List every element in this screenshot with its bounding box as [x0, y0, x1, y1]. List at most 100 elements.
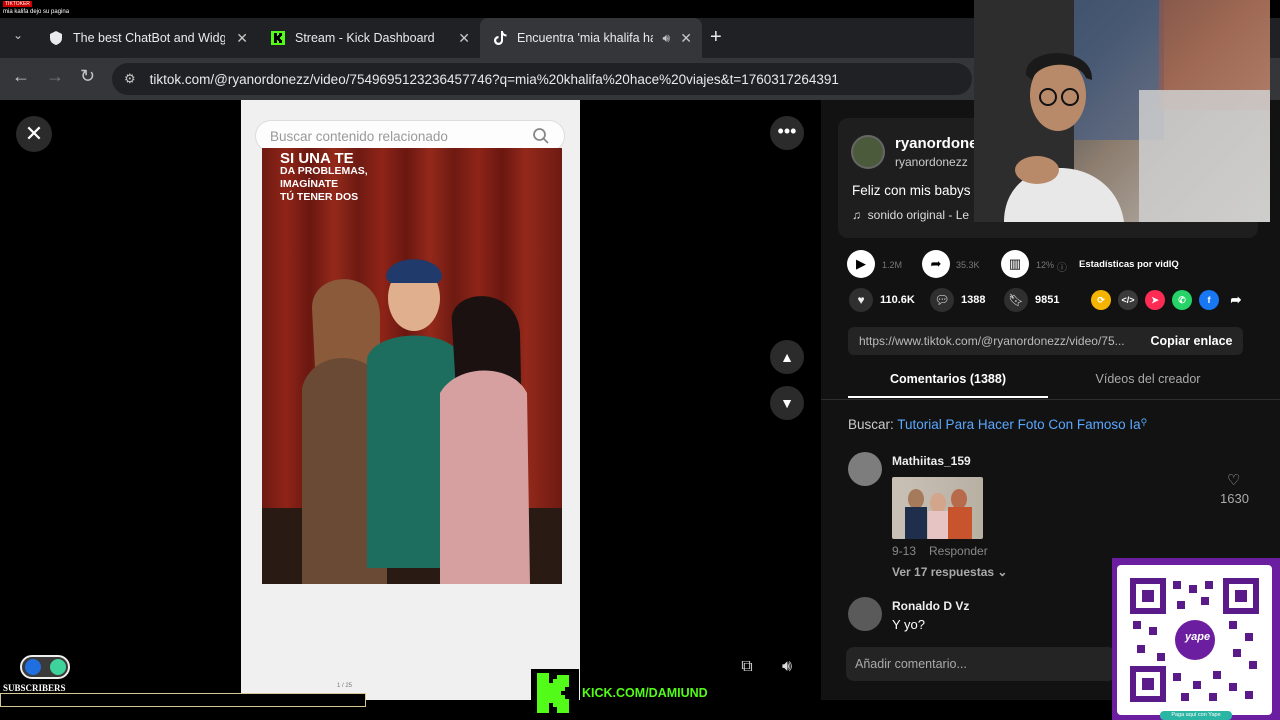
power-icon — [50, 659, 66, 675]
volume-icon[interactable]: 🔊︎ — [772, 652, 802, 682]
play-icon[interactable]: ▶ — [847, 250, 875, 278]
tabs-divider — [821, 399, 1280, 400]
comment-image[interactable] — [892, 477, 983, 539]
chevron-down-icon: ⌄ — [997, 565, 1008, 579]
copy-link-button[interactable]: Copiar enlace — [1140, 327, 1243, 355]
shield-icon — [50, 31, 62, 45]
facebook-icon[interactable]: f — [1199, 290, 1219, 310]
close-video-button[interactable]: ✕ — [16, 116, 52, 152]
comment-text: Y yo? — [892, 617, 926, 632]
webcam-illustration — [974, 0, 1270, 222]
people-photo-illustration — [262, 259, 562, 584]
author-name[interactable]: ryanordone — [895, 135, 978, 152]
tab-tiktok-search[interactable]: Encuentra 'mia khalifa hace 🔊︎ ✕ — [480, 18, 702, 58]
overlay-badge: TIKTOKER — [3, 1, 32, 7]
floating-player-icon[interactable]: ⧉ — [732, 652, 762, 682]
tab-title: The best ChatBot and Widgets — [73, 31, 225, 45]
more-options-button[interactable]: ••• — [770, 116, 804, 150]
subscribers-label: SUBSCRIBERS — [3, 683, 66, 693]
comment-username[interactable]: Ronaldo D Vz — [892, 599, 969, 613]
heart-icon[interactable]: ♥ — [849, 288, 873, 312]
sound-link[interactable]: ♫ sonido original - Le — [852, 208, 969, 222]
yape-brand: yape — [1185, 631, 1211, 643]
previous-video-button[interactable]: ▲ — [770, 340, 804, 374]
overlay-note: mia kalifa dejo su pagina — [3, 9, 70, 15]
qr-code: yape — [1117, 565, 1272, 715]
site-settings-icon[interactable]: ⚙ — [124, 71, 136, 87]
avatar[interactable] — [848, 452, 882, 486]
view-replies-button[interactable]: Ver 17 respuestas ⌄ — [892, 565, 1007, 579]
tiktok-icon — [494, 31, 507, 45]
address-url: tiktok.com/@ryanordonezz/video/754969512… — [149, 71, 839, 87]
tab-creator-videos[interactable]: Vídeos del creador — [1048, 372, 1248, 398]
video-description: Feliz con mis babys — [852, 183, 971, 198]
screen: TIKTOKER mia kalifa dejo su pagina ⌄ The… — [0, 0, 1280, 720]
heart-outline-icon[interactable]: ♡ — [1227, 471, 1240, 489]
video-counter: 1 / 25 — [337, 683, 353, 689]
search-icon: ⚲ — [1140, 417, 1148, 427]
reply-button[interactable]: Responder — [929, 544, 988, 558]
comment-username[interactable]: Mathiitas_159 — [892, 454, 971, 468]
view-replies-label: Ver 17 respuestas — [892, 565, 995, 579]
author-avatar[interactable] — [851, 135, 885, 169]
author-handle[interactable]: ryanordonezz — [895, 155, 968, 169]
qr-caption: Paga aquí con Yape — [1160, 711, 1232, 720]
comment-date: 9-13 — [892, 544, 917, 558]
kick-logo — [531, 669, 579, 717]
plays-count: 1.2M — [882, 260, 903, 270]
sound-title: sonido original - Le — [867, 208, 970, 222]
speaker-icon[interactable]: 🔊︎ — [662, 31, 670, 46]
share-arrow-icon[interactable]: ➦ — [922, 250, 950, 278]
tab-kick-dashboard[interactable]: Stream - Kick Dashboard ✕ — [258, 18, 480, 58]
engagement-rate: 12% — [1036, 260, 1055, 270]
kick-icon — [271, 31, 285, 45]
related-search-prefix: Buscar: — [848, 417, 894, 432]
add-comment-input[interactable]: Añadir comentario... — [846, 647, 1116, 681]
subscriber-widget — [20, 655, 70, 679]
avatar[interactable] — [848, 597, 882, 631]
reload-icon[interactable]: ↻ — [80, 66, 95, 87]
tab-comments[interactable]: Comentarios (1388) — [848, 372, 1048, 398]
music-note-icon: ♫ — [852, 208, 861, 222]
embed-icon[interactable]: </> — [1118, 290, 1138, 310]
related-search-query[interactable]: Tutorial Para Hacer Foto Con Famoso Ia — [897, 417, 1140, 432]
webcam-overlay — [974, 0, 1270, 222]
saves-count: 9851 — [1035, 294, 1060, 306]
info-icon[interactable]: ⓘ — [1057, 259, 1067, 274]
video-link-text[interactable]: https://www.tiktok.com/@ryanordonezz/vid… — [859, 334, 1139, 348]
bookmark-icon[interactable]: 🔖︎ — [1004, 288, 1028, 312]
back-icon[interactable]: ← — [12, 66, 30, 87]
whatsapp-icon[interactable]: ✆ — [1172, 290, 1192, 310]
comment-like-count: 1630 — [1220, 491, 1249, 506]
toggle-icon — [25, 659, 41, 675]
close-tab-icon[interactable]: ✕ — [236, 30, 248, 47]
forward-icon[interactable]: → — [46, 66, 64, 87]
new-tab-button[interactable]: + — [710, 26, 722, 49]
close-tab-icon[interactable]: ✕ — [680, 30, 692, 47]
related-search-placeholder: Buscar contenido relacionado — [270, 128, 448, 144]
search-icon[interactable] — [532, 127, 550, 145]
tab-search-icon[interactable]: ⌄ — [6, 28, 30, 48]
video-photo: SI UNA TE DA PROBLEMAS, IMAGÍNATE TÚ TEN… — [262, 148, 562, 584]
comment-icon[interactable]: 💬︎ — [930, 288, 954, 312]
more-share-icon[interactable]: ➦ — [1226, 290, 1246, 310]
repost-icon[interactable]: ⟳ — [1091, 290, 1111, 310]
shares-count: 35.3K — [956, 260, 980, 270]
address-bar[interactable]: ⚙ tiktok.com/@ryanordonezz/video/7549695… — [112, 63, 972, 95]
bar-chart-icon[interactable]: ▥ — [1001, 250, 1029, 278]
vidiq-stats-label[interactable]: Estadísticas por vidIQ — [1079, 259, 1179, 270]
tab-chatbot[interactable]: The best ChatBot and Widgets ✕ — [36, 18, 258, 58]
kick-logo-icon — [537, 673, 569, 713]
likes-count: 110.6K — [880, 294, 915, 306]
tab-title: Stream - Kick Dashboard — [295, 31, 435, 45]
subscribers-progress-bar — [0, 693, 366, 707]
comments-count: 1388 — [961, 294, 986, 306]
stream-title-overlay: TIKTOKER mia kalifa dejo su pagina — [0, 0, 210, 18]
related-search-suggestion[interactable]: Buscar: Tutorial Para Hacer Foto Con Fam… — [848, 417, 1147, 432]
kick-url: KICK.COM/DAMIUND — [582, 686, 708, 700]
comment-image-illustration — [905, 489, 972, 539]
close-tab-icon[interactable]: ✕ — [458, 30, 470, 47]
next-video-button[interactable]: ▼ — [770, 386, 804, 420]
send-icon[interactable]: ➤ — [1145, 290, 1165, 310]
tab-title: Encuentra 'mia khalifa hace — [517, 31, 653, 45]
